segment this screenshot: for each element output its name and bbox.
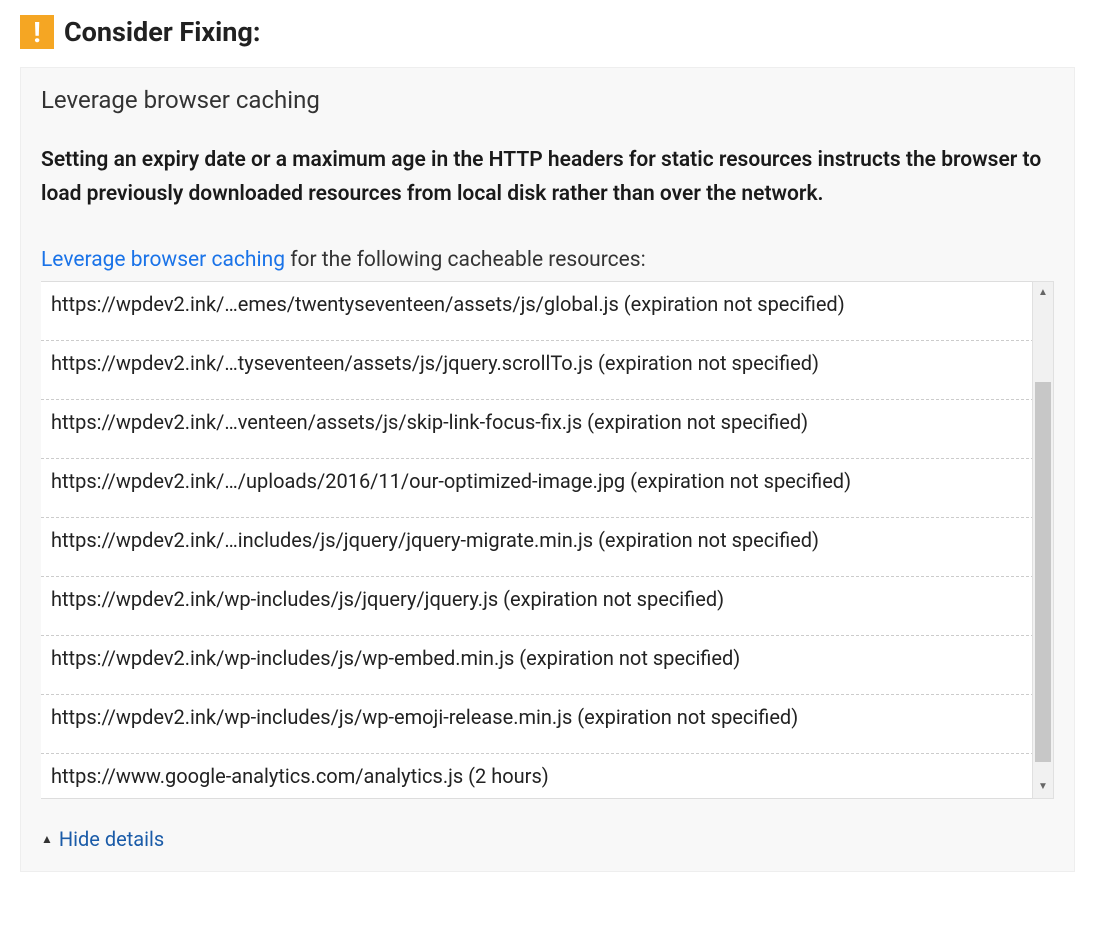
hide-details-label: Hide details xyxy=(59,827,164,851)
resource-list-container: https://wpdev2.ink/…emes/twentyseventeen… xyxy=(41,281,1054,799)
list-item: https://wpdev2.ink/…tyseventeen/assets/j… xyxy=(41,341,1054,400)
rule-name: Leverage browser caching xyxy=(41,86,1054,114)
scroll-up-icon[interactable]: ▲ xyxy=(1033,282,1053,304)
list-item: https://wpdev2.ink/…/uploads/2016/11/our… xyxy=(41,459,1054,518)
audit-panel: ! Consider Fixing: Leverage browser cach… xyxy=(0,0,1095,887)
instruction-text: for the following cacheable resources: xyxy=(285,248,646,272)
scrollbar[interactable]: ▲ ▼ xyxy=(1032,281,1054,799)
panel-title: Consider Fixing: xyxy=(64,16,260,48)
list-item: https://www.google-analytics.com/analyti… xyxy=(41,754,1054,799)
list-item: https://wpdev2.ink/wp-includes/js/wp-emo… xyxy=(41,695,1054,754)
instruction-line: Leverage browser caching for the followi… xyxy=(41,245,1054,277)
warning-icon: ! xyxy=(20,15,54,49)
panel-content: Leverage browser caching Setting an expi… xyxy=(20,67,1075,872)
list-item: https://wpdev2.ink/…venteen/assets/js/sk… xyxy=(41,400,1054,459)
list-item: https://wpdev2.ink/wp-includes/js/wp-emb… xyxy=(41,636,1054,695)
caret-up-icon: ▲ xyxy=(41,832,53,846)
caching-link[interactable]: Leverage browser caching xyxy=(41,248,285,272)
scroll-down-icon[interactable]: ▼ xyxy=(1033,776,1053,798)
rule-description: Setting an expiry date or a maximum age … xyxy=(41,144,1054,211)
hide-details-button[interactable]: ▲ Hide details xyxy=(41,827,1054,851)
panel-header: ! Consider Fixing: xyxy=(20,15,1075,49)
list-item: https://wpdev2.ink/…emes/twentyseventeen… xyxy=(41,282,1054,341)
resource-list[interactable]: https://wpdev2.ink/…emes/twentyseventeen… xyxy=(41,281,1054,799)
list-item: https://wpdev2.ink/wp-includes/js/jquery… xyxy=(41,577,1054,636)
list-item: https://wpdev2.ink/…includes/js/jquery/j… xyxy=(41,518,1054,577)
scroll-thumb[interactable] xyxy=(1035,382,1051,762)
